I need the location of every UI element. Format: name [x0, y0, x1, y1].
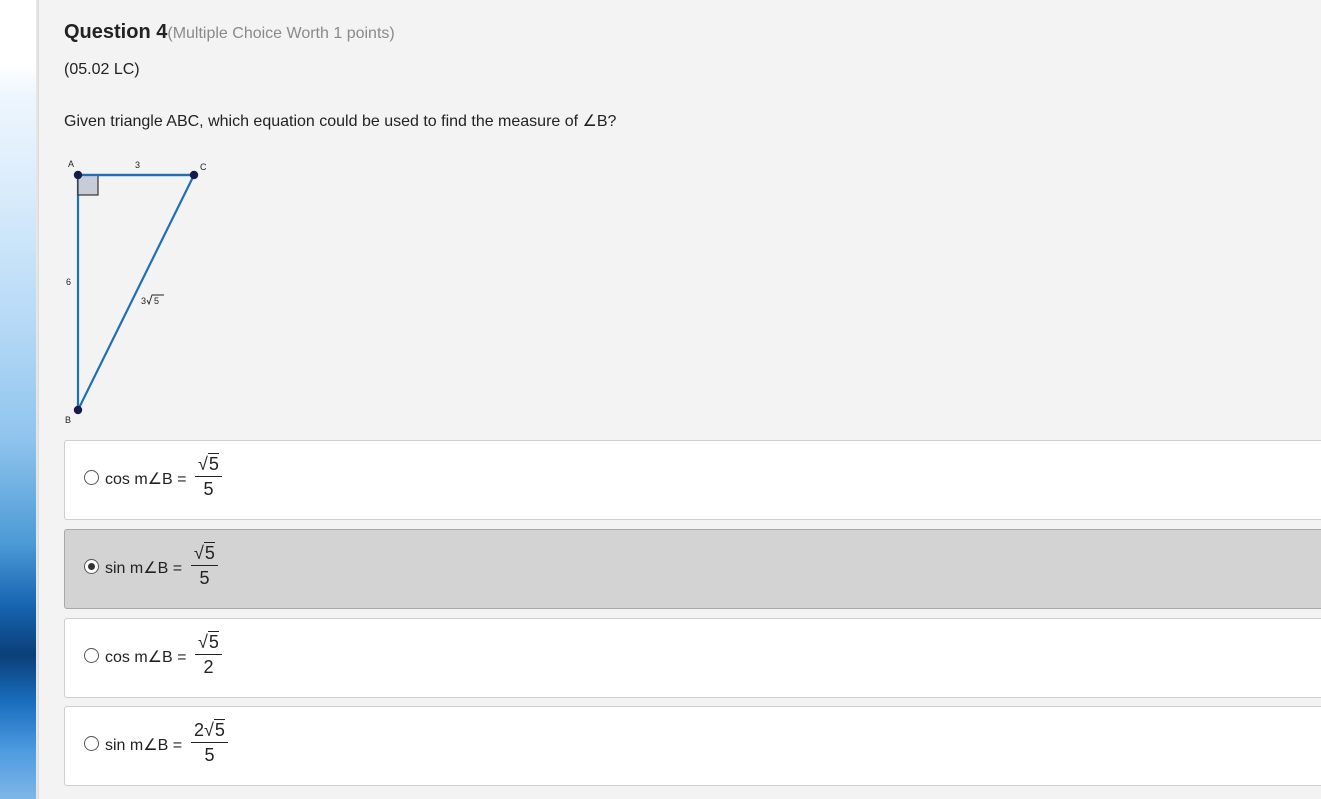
numerator-coefficient: 2	[194, 720, 205, 740]
fraction-numerator: √5	[195, 631, 222, 655]
fraction-denominator: 5	[204, 745, 215, 765]
side-bc-line	[77, 174, 195, 411]
square-root: √5	[194, 542, 215, 563]
fraction-denominator: 5	[203, 479, 214, 499]
question-code: (05.02 LC)	[64, 61, 140, 78]
question-prompt: Given triangle ABC, which equation could…	[64, 113, 617, 130]
radicand: 5	[207, 631, 219, 652]
option-label: sin m∠B =	[105, 737, 183, 754]
question-worth: (Multiple Choice Worth 1 points)	[167, 25, 395, 42]
fraction-numerator: 2√5	[191, 719, 228, 743]
vertex-a-label: A	[68, 159, 74, 169]
radicand: 5	[207, 453, 219, 474]
answer-option-4[interactable]: sin m∠B = 2√5 5	[64, 706, 1321, 786]
answer-option-1[interactable]: cos m∠B = √5 5	[64, 440, 1321, 520]
vertex-b-label: B	[65, 415, 71, 425]
square-root: √5	[204, 719, 225, 740]
question-title: Question 4	[64, 21, 168, 43]
option-label: sin m∠B =	[105, 560, 183, 577]
panel-divider	[38, 0, 39, 799]
radicand: 5	[213, 719, 225, 740]
side-bc-radicand: 5	[154, 296, 159, 306]
side-bc-label: 3 5	[141, 294, 164, 306]
vertex-b-point	[73, 405, 83, 415]
option-radio[interactable]	[84, 648, 99, 663]
vertex-a-point	[73, 170, 83, 180]
vertex-c-point	[189, 170, 199, 180]
side-ab-label: 6	[66, 277, 71, 287]
triangle-figure: A C B 3 6 3 5	[65, 159, 207, 425]
fraction-denominator: 2	[203, 657, 214, 677]
option-label: cos m∠B =	[105, 649, 187, 666]
fraction-numerator: √5	[191, 542, 218, 566]
option-fraction: 2√5 5	[191, 719, 228, 767]
option-label: cos m∠B =	[105, 471, 187, 488]
option-radio[interactable]	[84, 470, 99, 485]
answer-option-2[interactable]: sin m∠B = √5 5	[64, 529, 1321, 609]
option-fraction: √5 5	[195, 453, 222, 501]
left-decorative-strip	[0, 0, 38, 799]
option-fraction: √5 2	[195, 631, 222, 679]
side-ac-label: 3	[135, 160, 140, 170]
vertex-c-label: C	[200, 162, 207, 172]
radicand: 5	[203, 542, 215, 563]
answer-option-3[interactable]: cos m∠B = √5 2	[64, 618, 1321, 698]
right-angle-marker	[77, 174, 99, 196]
question-header: Question 4(Multiple Choice Worth 1 point…	[64, 21, 395, 44]
option-radio[interactable]	[84, 736, 99, 751]
option-radio[interactable]	[84, 559, 99, 574]
square-root: √5	[198, 631, 219, 652]
option-fraction: √5 5	[191, 542, 218, 590]
fraction-numerator: √5	[195, 453, 222, 477]
square-root: √5	[198, 453, 219, 474]
fraction-denominator: 5	[199, 568, 210, 588]
side-bc-coef: 3	[141, 296, 146, 306]
